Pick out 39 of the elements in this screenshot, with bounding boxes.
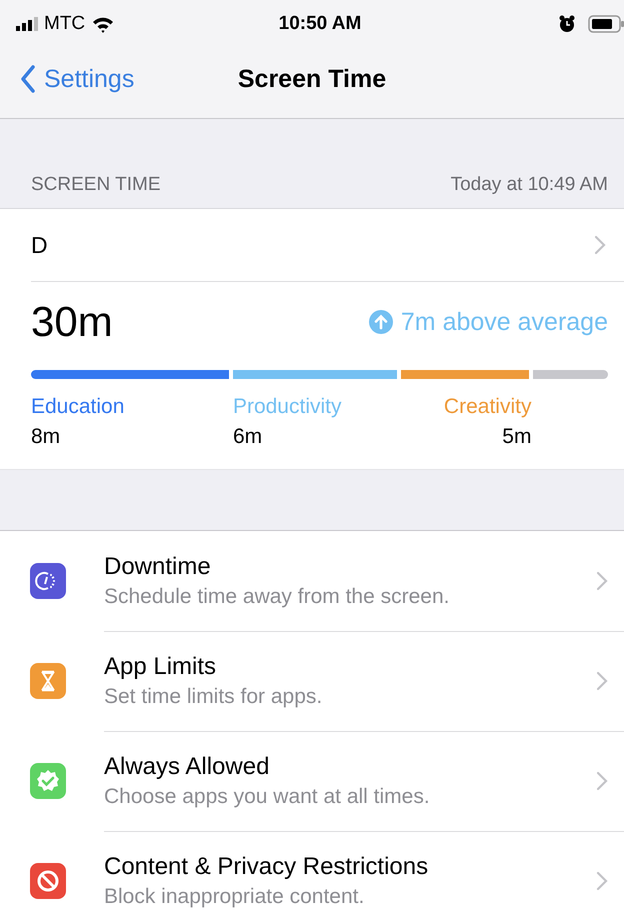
settings-row[interactable]: Always Allowed Choose apps you want at all times. bbox=[0, 731, 624, 831]
category-time: 8m bbox=[31, 425, 62, 449]
back-button[interactable]: Settings bbox=[0, 64, 134, 94]
category-label: Creativity bbox=[442, 395, 532, 419]
total-time: 30m bbox=[31, 298, 113, 346]
arrow-up-circle-icon bbox=[368, 310, 393, 334]
category-time: 6m bbox=[232, 425, 264, 449]
status-time: 10:50 AM bbox=[278, 13, 362, 35]
trend-label: 7m above average bbox=[400, 308, 608, 336]
row-title: Always Allowed bbox=[104, 752, 270, 780]
row-title: App Limits bbox=[104, 652, 218, 680]
category-label: Productivity bbox=[232, 395, 342, 419]
page-title: Screen Time bbox=[238, 64, 386, 94]
row-subtitle: Set time limits for apps. bbox=[104, 684, 322, 708]
chevron-left-icon bbox=[20, 65, 36, 93]
chevron-right-icon bbox=[596, 670, 608, 690]
updated-time: Today at 10:49 AM bbox=[450, 174, 608, 196]
category-time: 5m bbox=[501, 425, 532, 449]
row-subtitle: Choose apps you want at all times. bbox=[104, 784, 430, 808]
chevron-right-icon bbox=[596, 570, 608, 590]
chevron-right-icon bbox=[596, 871, 608, 891]
row-subtitle: Schedule time away from the screen. bbox=[104, 584, 450, 608]
alarm-clock-icon bbox=[558, 15, 576, 33]
device-row[interactable]: D bbox=[31, 209, 624, 282]
signal-icon bbox=[16, 17, 38, 31]
battery-icon bbox=[588, 15, 624, 33]
category-label: Education bbox=[31, 395, 126, 419]
chevron-right-icon bbox=[594, 235, 606, 255]
carrier-name: MTC bbox=[44, 13, 86, 35]
wifi-icon bbox=[91, 15, 116, 33]
settings-row[interactable]: App Limits Set time limits for apps. bbox=[0, 631, 624, 731]
settings-row[interactable]: Downtime Schedule time away from the screen. bbox=[0, 531, 624, 631]
settings-row[interactable]: Content & Privacy Restrictions Block inappropriate content. bbox=[0, 831, 624, 922]
section-header: SCREEN TIME bbox=[31, 174, 161, 196]
row-subtitle: Block inappropriate content. bbox=[104, 885, 366, 909]
row-title: Downtime bbox=[104, 552, 212, 580]
chevron-right-icon bbox=[596, 770, 608, 790]
row-title: Content & Privacy Restrictions bbox=[104, 853, 428, 881]
device-name: D bbox=[31, 232, 48, 258]
